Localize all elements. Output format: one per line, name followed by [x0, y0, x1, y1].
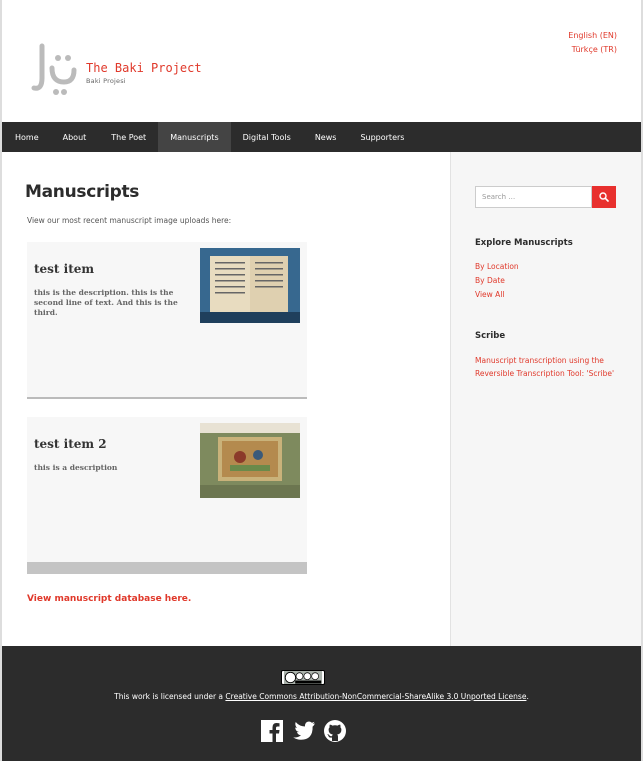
manuscript-card[interactable]: test item this is the description. this … — [27, 242, 307, 399]
baki-logo[interactable] — [28, 38, 80, 98]
card-divider — [27, 562, 307, 574]
brand-subtitle: Baki Projesi — [86, 77, 126, 85]
manuscript-thumbnail[interactable] — [200, 248, 300, 323]
twitter-icon[interactable] — [291, 720, 315, 742]
explore-heading: Explore Manuscripts — [475, 238, 573, 248]
intro-text: View our most recent manuscript image up… — [27, 216, 232, 225]
lang-english-link[interactable]: English (EN) — [568, 29, 617, 43]
language-switcher: English (EN) Türkçe (TR) — [568, 29, 617, 57]
search-button[interactable] — [592, 186, 616, 208]
brand-title[interactable]: The Baki Project — [86, 61, 202, 75]
license-text: This work is licensed under a Creative C… — [0, 692, 643, 701]
license-suffix: . — [526, 692, 529, 701]
card-title[interactable]: test item 2 — [34, 437, 107, 451]
github-icon[interactable] — [324, 720, 346, 742]
explore-link-location[interactable]: By Location — [475, 262, 519, 271]
site-footer — [2, 646, 641, 761]
nav-item-manuscripts[interactable]: Manuscripts — [158, 122, 231, 152]
card-title[interactable]: test item — [34, 262, 94, 276]
card-description: this is a description — [34, 463, 118, 472]
facebook-icon[interactable] — [261, 720, 283, 742]
cc-license-badge-icon[interactable] — [281, 670, 325, 685]
manuscript-database-link[interactable]: View manuscript database here. — [27, 594, 191, 604]
card-description: this is the description. this is the sec… — [34, 288, 178, 317]
main-nav: Home About The Poet Manuscripts Digital … — [2, 122, 641, 152]
scribe-heading: Scribe — [475, 331, 506, 341]
search-input[interactable]: Search … — [475, 186, 592, 208]
nav-item-about[interactable]: About — [52, 122, 99, 152]
nav-item-supporters[interactable]: Supporters — [348, 122, 416, 152]
search-icon — [599, 192, 609, 202]
nav-item-digital-tools[interactable]: Digital Tools — [231, 122, 303, 152]
manuscript-card[interactable]: test item 2 this is a description — [27, 417, 307, 574]
scribe-link[interactable]: Manuscript transcription using the Rever… — [475, 354, 625, 380]
manuscript-thumbnail[interactable] — [200, 423, 300, 498]
nav-item-the-poet[interactable]: The Poet — [98, 122, 158, 152]
explore-link-date[interactable]: By Date — [475, 276, 505, 285]
explore-link-view-all[interactable]: View All — [475, 290, 504, 299]
nav-item-news[interactable]: News — [303, 122, 349, 152]
sidebar — [450, 152, 641, 646]
license-prefix: This work is licensed under a — [114, 692, 226, 701]
page-title: Manuscripts — [25, 182, 140, 202]
nav-item-home[interactable]: Home — [2, 122, 52, 152]
lang-turkish-link[interactable]: Türkçe (TR) — [568, 43, 617, 57]
license-link[interactable]: Creative Commons Attribution-NonCommerci… — [225, 692, 526, 701]
